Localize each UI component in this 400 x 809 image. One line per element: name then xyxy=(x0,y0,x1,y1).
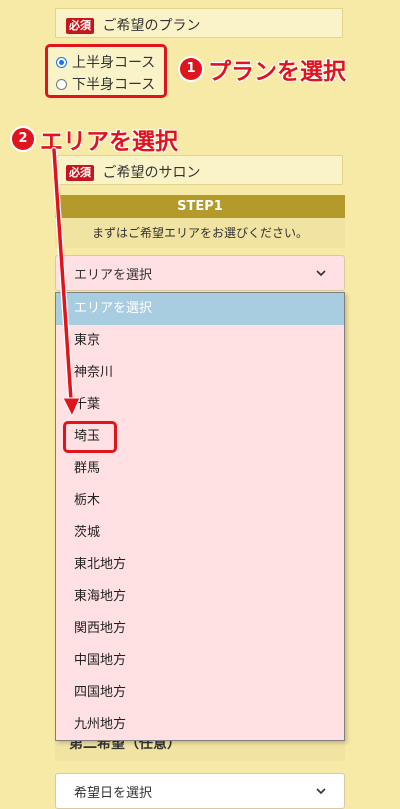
pointer-arrow-icon xyxy=(51,147,81,418)
